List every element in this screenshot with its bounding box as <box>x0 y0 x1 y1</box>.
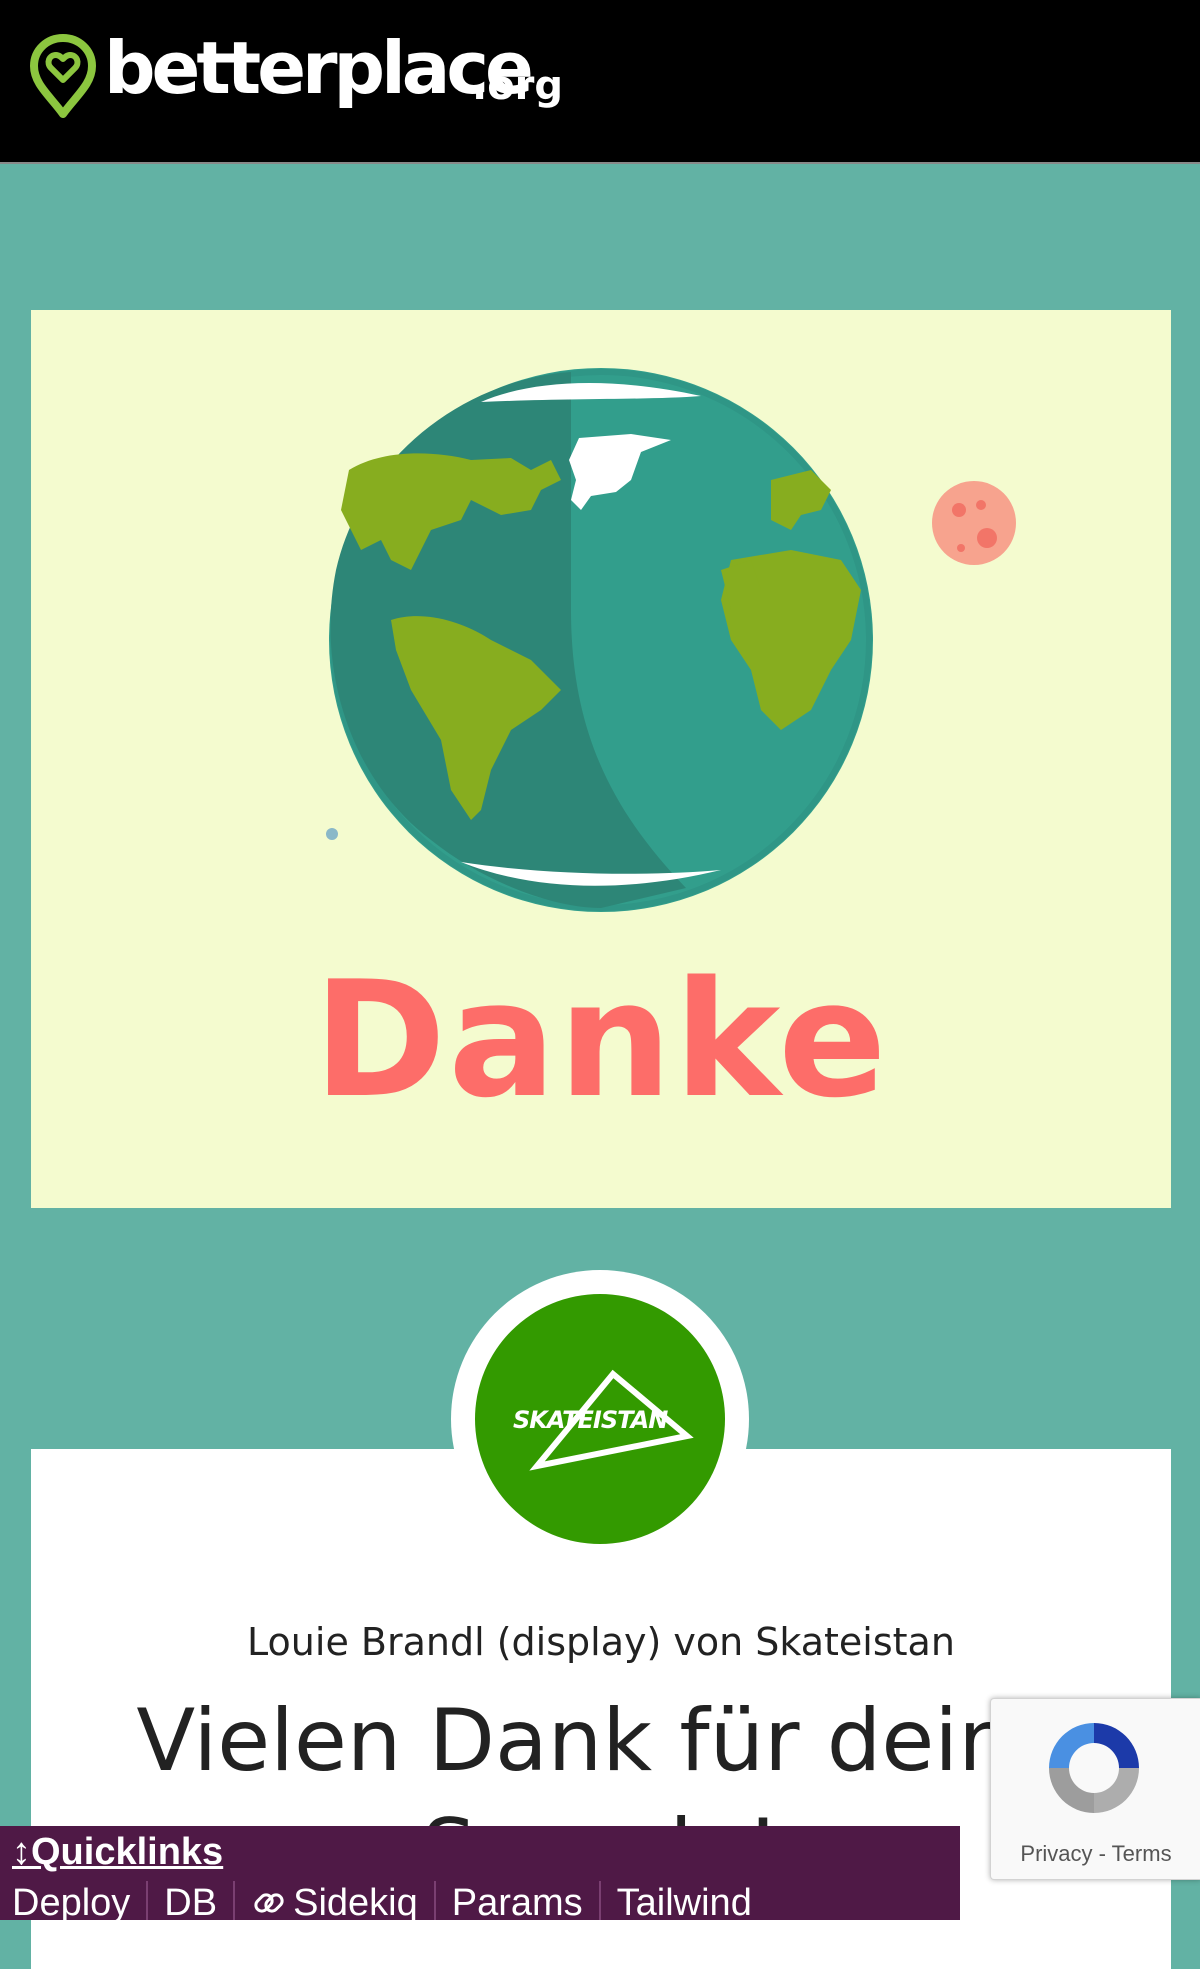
organisation-avatar: SKATEISTAN <box>475 1294 725 1544</box>
link-icon <box>254 1893 284 1913</box>
quicklink-db[interactable]: DB <box>148 1881 236 1920</box>
quicklinks-list: Deploy DB Sidekiq Params Tailwind <box>0 1878 768 1920</box>
quicklink-tailwind[interactable]: Tailwind <box>601 1881 768 1920</box>
quicklink-params[interactable]: Params <box>436 1881 601 1920</box>
recaptcha-badge[interactable]: Privacy - Terms <box>990 1698 1200 1880</box>
quicklink-deploy[interactable]: Deploy <box>0 1881 149 1920</box>
site-header: betterplace .org <box>0 0 1200 164</box>
hero-illustration: Danke <box>31 310 1171 1208</box>
donor-line: Louie Brandl (display) von Skateistan <box>247 1620 955 1664</box>
quicklinks-bar: ↕Quicklinks Deploy DB Sidekiq Params Tai… <box>0 1826 960 1920</box>
betterplace-logo[interactable]: betterplace .org <box>30 30 590 130</box>
recaptcha-links[interactable]: Privacy - Terms <box>991 1841 1200 1867</box>
recaptcha-icon <box>1049 1723 1139 1813</box>
logo-wordmark: betterplace <box>104 26 534 110</box>
pin-heart-icon <box>30 34 96 118</box>
avatar-logo-text: SKATEISTAN <box>513 1406 668 1434</box>
hero-title: Danke <box>313 946 889 1133</box>
quicklinks-toggle[interactable]: ↕Quicklinks <box>12 1831 223 1874</box>
quicklink-sidekiq[interactable]: Sidekiq <box>235 1881 436 1920</box>
logo-suffix: .org <box>472 63 564 109</box>
quicklink-sidekiq-label: Sidekiq <box>293 1882 418 1920</box>
